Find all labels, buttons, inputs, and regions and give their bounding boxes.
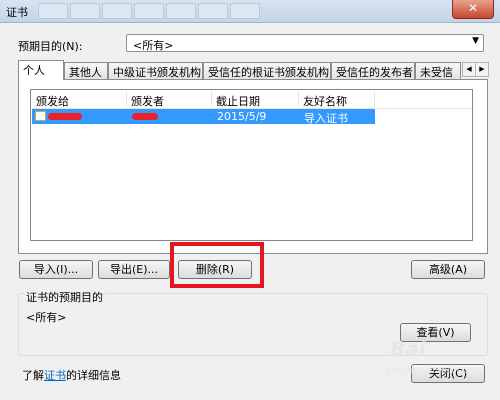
tab-scroll-right-icon[interactable]: ▶: [475, 62, 489, 77]
list-header: 颁发给 颁发者 截止日期 友好名称: [31, 90, 472, 109]
column-divider[interactable]: [298, 91, 299, 107]
advanced-button[interactable]: 高级(A): [411, 260, 485, 279]
certificate-icon: [35, 111, 46, 121]
redacted-issued-to: [48, 113, 82, 120]
background-tab: [134, 3, 164, 19]
purpose-selected-value: <所有>: [133, 39, 174, 52]
background-tab: [166, 3, 196, 19]
window-close-button[interactable]: ✕: [452, 0, 494, 19]
watermark-line-1: Bai: [390, 337, 426, 361]
title-bar: 证书 ✕: [0, 0, 500, 23]
column-header-expiration[interactable]: 截止日期: [216, 93, 260, 109]
tab-panel: 颁发给 颁发者 截止日期 友好名称 2015/5/9 导入证书: [18, 79, 488, 254]
learn-more-suffix: 的详细信息: [66, 369, 121, 382]
tab-other-people[interactable]: 其他人: [64, 62, 108, 79]
baidu-jingyan-watermark: Bai jingyan.baidu.com: [384, 335, 488, 389]
background-tab: [230, 3, 260, 19]
tab-trusted-root-ca[interactable]: 受信任的根证书颁发机构: [203, 62, 331, 79]
background-tabs: [38, 3, 260, 19]
tab-untrusted[interactable]: 未受信: [415, 62, 461, 79]
tab-intermediate-ca[interactable]: 中级证书颁发机构: [108, 62, 203, 79]
column-header-issued-to[interactable]: 颁发给: [36, 93, 69, 109]
certificate-row-selected[interactable]: 2015/5/9 导入证书: [32, 109, 375, 125]
tab-trusted-publishers[interactable]: 受信任的发布者: [331, 62, 415, 79]
certificate-list[interactable]: 颁发给 颁发者 截止日期 友好名称 2015/5/9 导入证书: [30, 89, 473, 241]
row-expiration-date: 2015/5/9: [217, 110, 267, 123]
import-button[interactable]: 导入(I)...: [19, 260, 93, 279]
background-tab: [70, 3, 100, 19]
purpose-label: 预期目的(N):: [18, 40, 83, 53]
row-friendly-name: 导入证书: [304, 112, 348, 125]
background-tab: [102, 3, 132, 19]
column-divider[interactable]: [211, 91, 212, 107]
column-header-issuer[interactable]: 颁发者: [131, 93, 164, 109]
purposes-group-title: 证书的预期目的: [24, 289, 105, 305]
column-header-friendly-name[interactable]: 友好名称: [303, 93, 347, 109]
tab-scroll-left-icon[interactable]: ◀: [462, 62, 476, 77]
redacted-issuer: [132, 113, 158, 120]
column-divider[interactable]: [374, 91, 375, 107]
certificates-help-link[interactable]: 证书: [44, 369, 66, 382]
purpose-dropdown[interactable]: <所有> ▼: [126, 34, 484, 52]
purposes-value: <所有>: [26, 311, 67, 324]
window-title: 证书: [6, 6, 28, 19]
dropdown-arrow-icon: ▼: [472, 36, 479, 46]
export-button[interactable]: 导出(E)...: [98, 260, 170, 279]
certificate-tabs: 个人 其他人 中级证书颁发机构 受信任的根证书颁发机构 受信任的发布者 未受信 …: [18, 60, 489, 80]
background-tab: [38, 3, 68, 19]
watermark-line-2: jingyan.baidu.com: [386, 365, 479, 376]
learn-more-text: 了解证书的详细信息: [22, 367, 121, 383]
learn-more-prefix: 了解: [22, 369, 44, 382]
background-tab: [198, 3, 228, 19]
highlight-annotation-box: [170, 242, 264, 288]
tab-personal[interactable]: 个人: [18, 60, 64, 80]
column-divider[interactable]: [126, 91, 127, 107]
